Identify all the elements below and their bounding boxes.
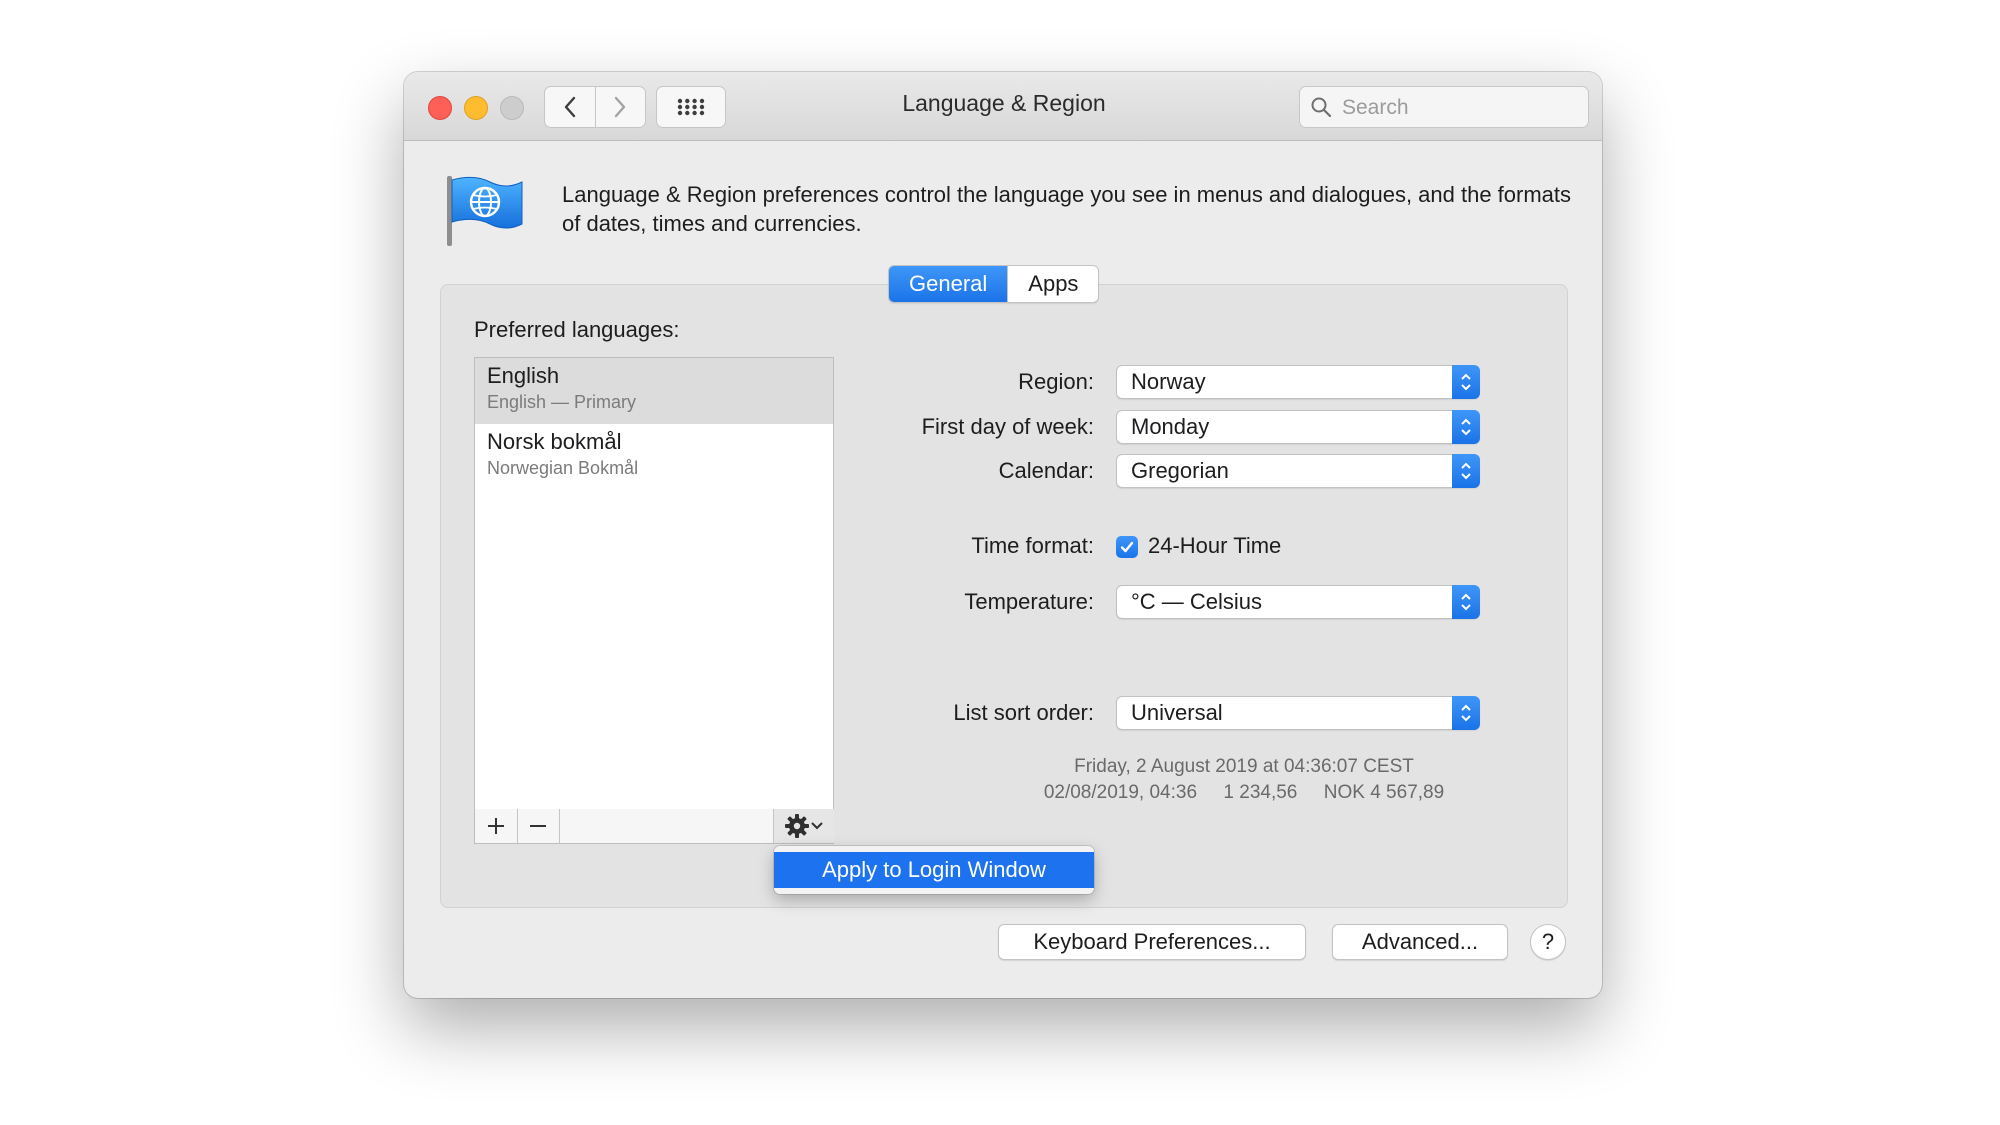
region-popup[interactable]: Norway (1116, 365, 1480, 399)
zoom-button[interactable] (500, 96, 524, 120)
preferred-languages-label: Preferred languages: (474, 317, 680, 342)
calendar-label: Calendar: (998, 458, 1094, 483)
chevron-down-icon (811, 822, 823, 830)
tab-bar: General Apps (888, 265, 1100, 303)
temperature-label: Temperature: (964, 589, 1094, 614)
temperature-value: °C — Celsius (1131, 589, 1263, 614)
remove-language-button[interactable] (517, 809, 560, 843)
search-field[interactable] (1299, 86, 1589, 128)
plus-icon (488, 818, 504, 834)
chevron-left-icon (564, 96, 575, 118)
sort-order-popup[interactable]: Universal (1116, 696, 1480, 730)
sample-date: Friday, 2 August 2019 at 04:36:07 CEST (1074, 756, 1414, 777)
minimize-button[interactable] (464, 96, 488, 120)
list-item[interactable]: Norsk bokmål Norwegian Bokmål (475, 424, 833, 490)
up-down-arrows-icon (1452, 696, 1480, 730)
search-icon (1311, 97, 1332, 118)
24-hour-time-checkbox[interactable] (1116, 536, 1138, 558)
up-down-arrows-icon (1452, 365, 1480, 399)
add-language-button[interactable] (475, 809, 518, 843)
first-day-label: First day of week: (921, 414, 1094, 439)
chevron-right-icon (615, 96, 626, 118)
tab-apps[interactable]: Apps (1007, 266, 1098, 302)
sort-order-label: List sort order: (953, 700, 1094, 725)
grid-icon (677, 98, 705, 116)
action-menu-button[interactable] (773, 809, 834, 843)
advanced-button[interactable]: Advanced... (1332, 924, 1508, 960)
language-name: Norsk bokmål (487, 429, 622, 454)
language-list[interactable]: English English — Primary Norsk bokmål N… (474, 357, 834, 811)
show-all-button[interactable] (656, 86, 726, 128)
up-down-arrows-icon (1452, 585, 1480, 619)
list-item[interactable]: English English — Primary (475, 358, 833, 424)
keyboard-preferences-button[interactable]: Keyboard Preferences... (998, 924, 1306, 960)
language-region-icon (444, 172, 526, 253)
language-subtitle: Norwegian Bokmål (487, 458, 639, 478)
language-list-toolbar (474, 809, 834, 844)
minus-icon (530, 825, 546, 827)
search-input[interactable] (1340, 93, 1580, 123)
gear-icon (785, 814, 809, 838)
window-title: Language & Region (902, 90, 1106, 116)
navigation-buttons (544, 86, 646, 128)
tab-general[interactable]: General (889, 266, 1008, 302)
help-button[interactable]: ? (1530, 924, 1566, 960)
up-down-arrows-icon (1452, 410, 1480, 444)
sample-formats: 02/08/2019, 04:36 1 234,56 NOK 4 567,89 (1043, 782, 1445, 803)
region-value: Norway (1131, 369, 1206, 394)
temperature-popup[interactable]: °C — Celsius (1116, 585, 1480, 619)
back-button[interactable] (545, 87, 595, 127)
first-day-value: Monday (1131, 414, 1210, 439)
time-format-label: Time format: (971, 533, 1094, 558)
preferences-window: Language & Region Language & Re (404, 72, 1602, 998)
region-label: Region: (1018, 369, 1094, 394)
title-bar: Language & Region (404, 72, 1602, 141)
description-text: Language & Region preferences control th… (562, 182, 1572, 236)
up-down-arrows-icon (1452, 454, 1480, 488)
close-button[interactable] (428, 96, 452, 120)
sort-order-value: Universal (1131, 700, 1223, 725)
checkmark-icon (1120, 541, 1134, 553)
language-name: English (487, 363, 560, 388)
language-subtitle: English — Primary (487, 392, 637, 412)
first-day-popup[interactable]: Monday (1116, 410, 1480, 444)
apply-to-login-window-menu-item[interactable]: Apply to Login Window (774, 852, 1094, 888)
forward-button[interactable] (594, 87, 646, 127)
24-hour-time-label[interactable]: 24-Hour Time (1148, 533, 1281, 559)
calendar-popup[interactable]: Gregorian (1116, 454, 1480, 488)
action-context-menu: Apply to Login Window (774, 846, 1094, 894)
calendar-value: Gregorian (1131, 458, 1229, 483)
